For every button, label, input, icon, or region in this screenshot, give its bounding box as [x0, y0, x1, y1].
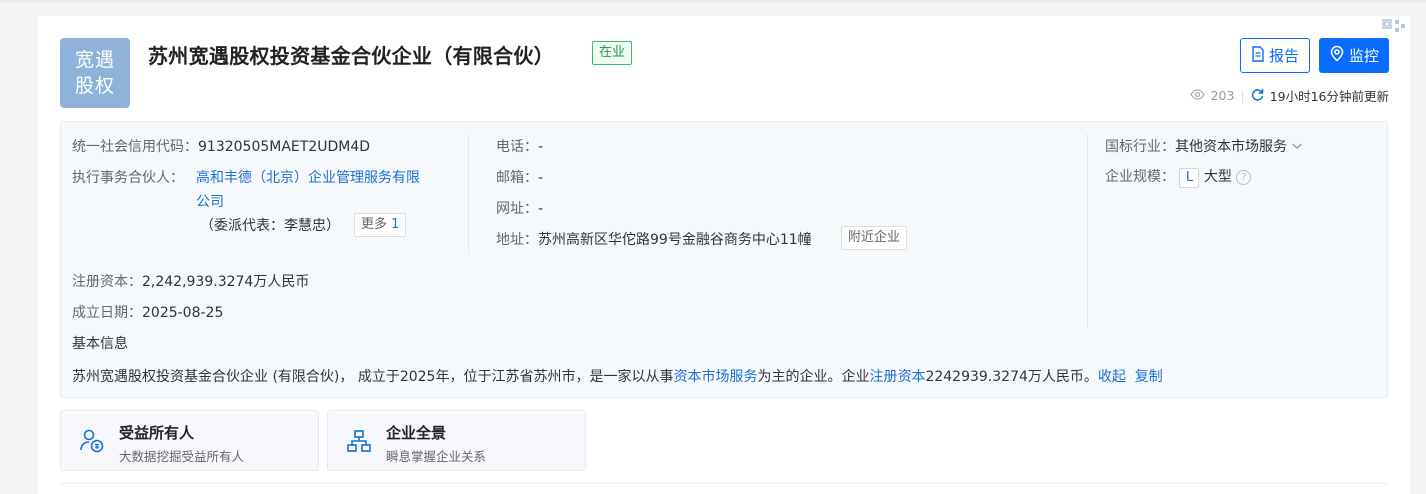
- copy-button[interactable]: 复制: [1135, 369, 1163, 385]
- partner-label-text: 执行事务合伙人：: [72, 170, 184, 186]
- top-band: [0, 0, 1426, 3]
- founded-label: 成立日期：: [72, 305, 142, 321]
- credit-code-row: 统一社会信用代码：91320505MAET2UDM4D: [72, 136, 370, 156]
- industry-value: 其他资本市场服务: [1175, 139, 1287, 155]
- report-label: 报告: [1268, 47, 1299, 65]
- logo-line-2: 股权: [74, 75, 115, 97]
- email-value: -: [538, 170, 544, 186]
- update-time: 19小时16分钟前更新: [1269, 89, 1389, 104]
- partner-link-line2[interactable]: 公司: [196, 191, 224, 211]
- capital-row: 注册资本：2,242,939.3274万人民币: [72, 271, 309, 291]
- phone-label: 电话：: [496, 139, 538, 155]
- founded-value: 2025-08-25: [142, 305, 224, 321]
- address-row: 地址：苏州高新区华佗路99号金融谷商务中心11幢: [496, 229, 812, 249]
- scale-row: 企业规模： L 大型 ?: [1105, 166, 1252, 188]
- credit-code-value: 91320505MAET2UDM4D: [198, 139, 371, 155]
- more-count: 1: [391, 217, 400, 232]
- website-label: 网址：: [496, 201, 538, 217]
- monitor-pin-icon: [1329, 45, 1345, 66]
- chevron-down-icon[interactable]: [1291, 139, 1303, 155]
- scale-letter-badge: L: [1179, 168, 1200, 188]
- more-partners-button[interactable]: 更多 1: [354, 213, 407, 237]
- website-value: -: [538, 201, 544, 217]
- beneficiary-subtitle: 大数据挖掘受益所有人: [119, 449, 245, 464]
- bottom-divider: [60, 483, 1388, 484]
- email-label: 邮箱：: [496, 170, 538, 186]
- capital-value: 2,242,939.3274万人民币: [142, 274, 310, 290]
- org-chart-icon: [346, 428, 372, 454]
- phone-row: 电话：-: [496, 136, 543, 156]
- industry-link[interactable]: 资本市场服务: [673, 369, 757, 385]
- scale-label: 企业规模：: [1105, 169, 1175, 185]
- summary-text-1: 苏州宽遇股权投资基金合伙企业 (有限合伙)， 成立于2025年，位于江苏省苏州市…: [72, 369, 674, 385]
- meta-divider: |: [1240, 88, 1245, 103]
- company-name[interactable]: 苏州宽遇股权投资基金合伙企业（有限合伙）: [148, 40, 554, 69]
- enterprise-overview-title: 企业全景: [386, 424, 447, 442]
- more-label: 更多: [361, 217, 388, 232]
- website-row: 网址：-: [496, 198, 543, 218]
- partner-label: 执行事务合伙人：: [72, 167, 184, 187]
- refresh-icon[interactable]: [1251, 88, 1264, 104]
- column-divider-2: [1087, 134, 1088, 328]
- beneficiary-icon: [79, 428, 105, 454]
- capital-link[interactable]: 注册资本: [869, 369, 925, 385]
- info-panel: [60, 121, 1388, 398]
- industry-row[interactable]: 国标行业：其他资本市场服务: [1105, 136, 1303, 156]
- help-icon[interactable]: ?: [1236, 169, 1252, 185]
- nearby-companies-button[interactable]: 附近企业: [841, 226, 908, 250]
- basic-info-heading: 基本信息: [72, 336, 128, 352]
- beneficiary-title: 受益所有人: [119, 424, 195, 442]
- collapse-button[interactable]: 收起: [1098, 369, 1126, 385]
- capital-label: 注册资本：: [72, 274, 142, 290]
- enterprise-overview-subtitle: 瞬息掌握企业关系: [386, 449, 487, 464]
- address-label: 地址：: [496, 232, 538, 248]
- founded-row: 成立日期：2025-08-25: [72, 302, 223, 322]
- email-row: 邮箱：-: [496, 167, 543, 187]
- industry-label: 国标行业：: [1105, 139, 1175, 155]
- summary-text-2: 为主的企业。企业: [757, 369, 870, 385]
- monitor-button[interactable]: 监控: [1319, 38, 1389, 73]
- eye-icon: [1189, 88, 1205, 103]
- report-button[interactable]: 报告: [1240, 38, 1310, 73]
- credit-code-label: 统一社会信用代码：: [72, 139, 198, 155]
- partner-link-line1[interactable]: 高和丰德（北京）企业管理服务有限: [196, 167, 420, 187]
- monitor-label: 监控: [1348, 47, 1379, 65]
- company-summary: 苏州宽遇股权投资基金合伙企业 (有限合伙)， 成立于2025年，位于江苏省苏州市…: [72, 366, 1163, 386]
- beneficiary-tile[interactable]: 受益所有人 大数据挖掘受益所有人: [60, 410, 319, 471]
- address-value: 苏州高新区华佗路99号金融谷商务中心11幢: [538, 232, 812, 248]
- view-count: 203: [1210, 88, 1235, 103]
- phone-value: -: [538, 139, 544, 155]
- logo-line-1: 宽遇: [74, 49, 115, 71]
- column-divider-1: [468, 134, 469, 254]
- company-logo: 宽遇 股权: [60, 38, 130, 108]
- scale-value: 大型: [1203, 169, 1232, 185]
- status-badge: 在业: [592, 41, 633, 65]
- meta-bar: 203 | 19小时16分钟前更新: [1189, 86, 1389, 105]
- nearby-label: 附近企业: [841, 226, 908, 250]
- report-document-icon: [1251, 45, 1265, 66]
- summary-text-3: 2242939.3274万人民币。: [925, 369, 1098, 385]
- delegate-text: （委派代表：李慧忠）: [200, 218, 340, 234]
- enterprise-overview-tile[interactable]: 企业全景 瞬息掌握企业关系: [327, 410, 586, 471]
